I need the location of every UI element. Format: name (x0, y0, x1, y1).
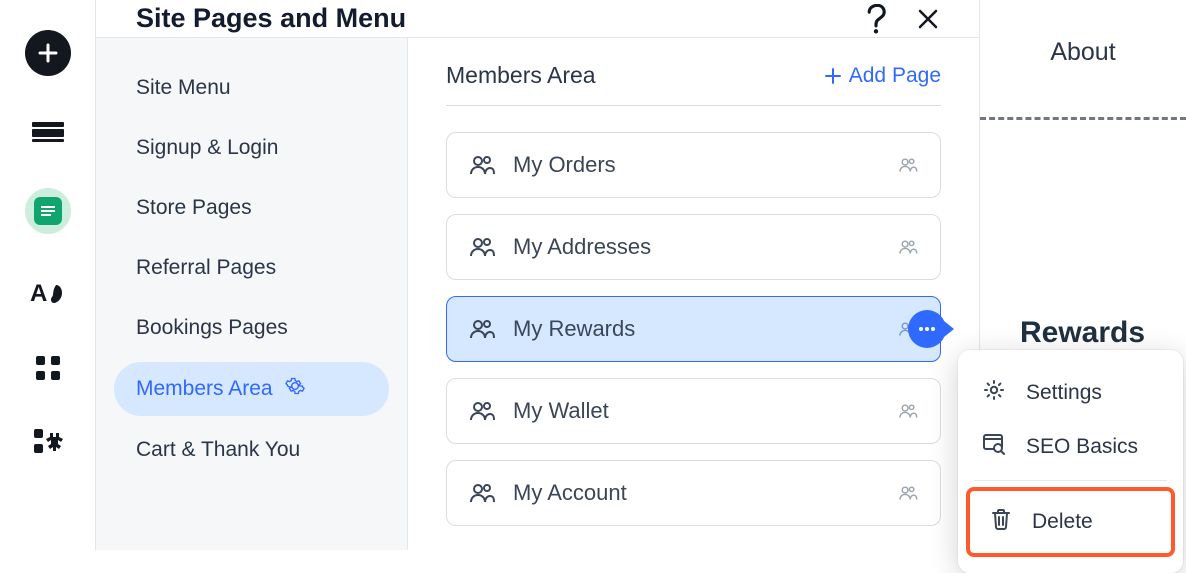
ctx-settings[interactable]: Settings (966, 366, 1175, 420)
apps-icon[interactable] (34, 354, 62, 382)
apps-settings-icon[interactable] (32, 427, 64, 455)
page-item-my-wallet[interactable]: My Wallet (446, 378, 941, 444)
category-bookings-pages[interactable]: Bookings Pages (114, 302, 389, 354)
page-item-my-addresses[interactable]: My Addresses (446, 214, 941, 280)
members-icon (469, 400, 495, 422)
category-members-area[interactable]: Members Area (114, 362, 389, 416)
pages-panel: Site Pages and Menu Site Menu Signup & L… (95, 0, 980, 550)
pages-heading: Members Area (446, 62, 596, 89)
page-list-pane: Members Area Add Page My Orders My Addre… (408, 38, 979, 550)
pages-button[interactable] (25, 188, 71, 234)
members-icon (469, 236, 495, 258)
delete-highlight: Delete (966, 487, 1175, 557)
page-item-my-rewards[interactable]: My Rewards (446, 296, 941, 362)
gear-icon (982, 378, 1006, 408)
trash-icon (990, 507, 1012, 537)
members-badge-icon (898, 485, 918, 501)
gear-icon (285, 376, 305, 402)
ctx-seo[interactable]: SEO Basics (966, 420, 1175, 474)
members-badge-icon (898, 403, 918, 419)
members-icon (469, 482, 495, 504)
members-badge-icon (898, 239, 918, 255)
add-page-button[interactable]: Add Page (825, 64, 941, 88)
more-actions-button[interactable] (908, 310, 946, 348)
add-button[interactable] (25, 30, 71, 76)
svg-text:A: A (30, 280, 47, 307)
category-referral-pages[interactable]: Referral Pages (114, 242, 389, 294)
category-site-menu[interactable]: Site Menu (114, 62, 389, 114)
design-icon[interactable]: A (30, 279, 66, 309)
category-signup-login[interactable]: Signup & Login (114, 122, 389, 174)
category-cart-thankyou[interactable]: Cart & Thank You (114, 424, 389, 476)
page-item-my-orders[interactable]: My Orders (446, 132, 941, 198)
category-store-pages[interactable]: Store Pages (114, 182, 389, 234)
preview-heading: Rewards (1020, 316, 1145, 350)
close-icon[interactable] (917, 8, 939, 30)
left-toolbar: A (0, 0, 95, 550)
panel-title: Site Pages and Menu (136, 3, 406, 34)
help-icon[interactable] (865, 4, 887, 34)
members-icon (469, 318, 495, 340)
category-list: Site Menu Signup & Login Store Pages Ref… (96, 38, 408, 550)
members-icon (469, 154, 495, 176)
sections-icon[interactable] (31, 121, 65, 143)
page-item-my-account[interactable]: My Account (446, 460, 941, 526)
seo-icon (982, 432, 1006, 462)
ctx-delete[interactable]: Delete (974, 495, 1167, 549)
context-menu: Settings SEO Basics Delete (958, 350, 1183, 573)
members-badge-icon (898, 157, 918, 173)
preview-tab-about[interactable]: About (980, 38, 1186, 67)
